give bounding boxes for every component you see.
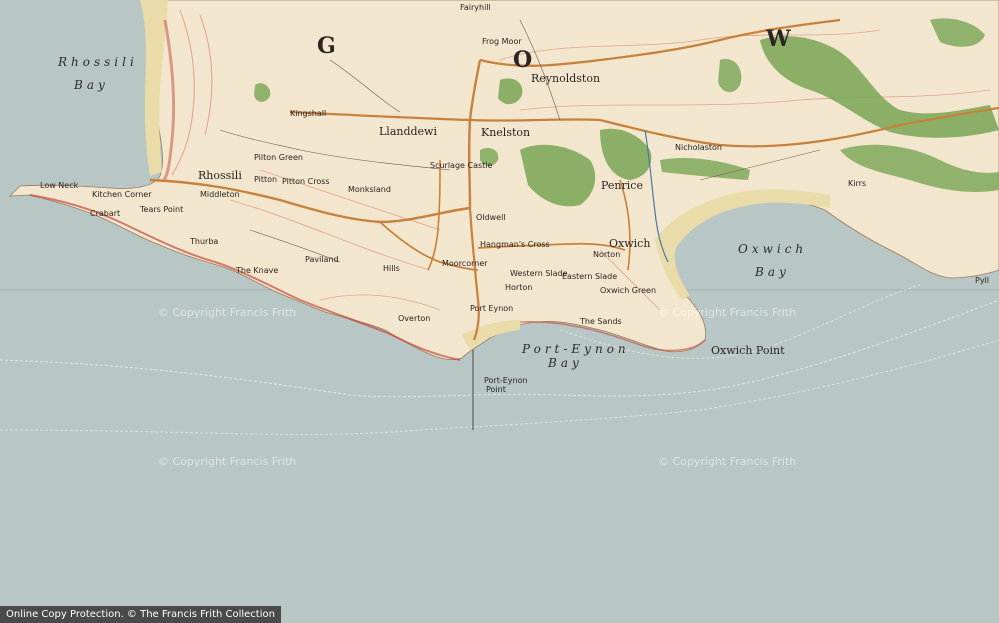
place-label: Paviland <box>305 255 339 264</box>
place-label: Rhossili <box>198 169 242 182</box>
place-label: Fairyhill <box>460 3 491 12</box>
place-label: Crabart <box>90 209 121 218</box>
place-label: Kingshall <box>290 109 327 118</box>
watermark: © Copyright Francis Frith <box>158 306 297 319</box>
oxwich-point-label: Oxwich Point <box>711 344 785 357</box>
place-label: Pyll <box>975 276 990 285</box>
place-label: Oxwich Green <box>600 286 657 295</box>
place-label: Pilton Green <box>254 153 303 162</box>
place-label: Eastern Slade <box>562 272 618 281</box>
region-letter-w: W <box>766 26 791 52</box>
place-label: The Sands <box>580 317 622 326</box>
place-label: Pitton Cross <box>282 177 330 186</box>
oxwich-bay-label: Oxwich <box>738 242 808 256</box>
watermark: © Copyright Francis Frith <box>658 306 797 319</box>
port-eynon-bay-label: Port-Eynon <box>522 342 630 356</box>
port-eynon-point-label: Point <box>486 385 506 394</box>
watermark: © Copyright Francis Frith <box>658 455 797 468</box>
rhossili-bay-label: Bay <box>74 78 109 92</box>
place-label: Overton <box>398 314 431 323</box>
port-eynon-point-label: Port-Eynon <box>484 376 528 385</box>
place-label: Llanddewi <box>379 125 437 138</box>
place-label: Thurba <box>190 237 219 246</box>
rhossili-bay-label: Rhossili <box>58 55 138 69</box>
place-label: The Knave <box>236 266 279 275</box>
region-letter-g: G <box>317 33 336 59</box>
place-label: Scurlage Castle <box>430 161 493 170</box>
place-label: Kirrs <box>848 179 867 188</box>
place-label: Low Neck <box>40 181 79 190</box>
place-label: Hills <box>383 264 400 273</box>
place-label: Middleton <box>200 190 240 199</box>
place-label: Pitton <box>254 175 278 184</box>
place-label: Norton <box>593 250 621 259</box>
watermark: © Copyright Francis Frith <box>158 455 297 468</box>
place-label: Penrice <box>601 179 643 192</box>
place-label: Knelston <box>481 126 531 139</box>
place-label: Frog Moor <box>482 37 522 46</box>
map-viewport[interactable]: Rhossili Bay Oxwich Bay Port-Eynon Bay G… <box>0 0 999 623</box>
place-label: Reynoldston <box>531 72 601 85</box>
place-label: Western Slade <box>510 269 568 278</box>
place-label: Oldwell <box>476 213 506 222</box>
place-label: Horton <box>505 283 533 292</box>
place-label: Kitchen Corner <box>92 190 152 199</box>
place-label: Nicholaston <box>675 143 722 152</box>
place-label: Port Eynon <box>470 304 514 313</box>
place-label: Moorcorner <box>442 259 488 268</box>
place-label: Oxwich <box>609 237 651 250</box>
region-letter-o: O <box>513 47 533 73</box>
port-eynon-bay-label: Bay <box>548 356 583 370</box>
place-label: Hangman's Cross <box>480 240 550 249</box>
place-label: Tears Point <box>140 205 184 214</box>
copyright-footer: Online Copy Protection. © The Francis Fr… <box>0 606 281 623</box>
place-label: Monksland <box>348 185 391 194</box>
oxwich-bay-label: Bay <box>755 265 790 279</box>
